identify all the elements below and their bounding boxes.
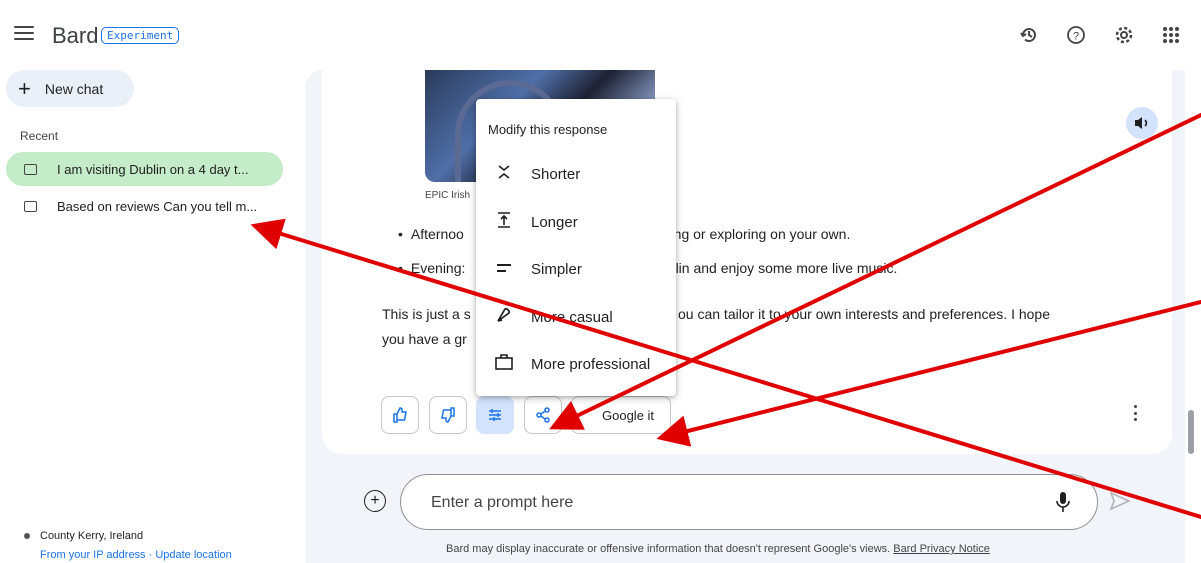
more-options-icon[interactable]	[1128, 402, 1142, 424]
bullet-afternoon: Afternoo	[398, 226, 464, 242]
update-location-link[interactable]: From your IP address · Update location	[40, 549, 232, 561]
new-chat-label: New chat	[44, 80, 104, 97]
google-it-button[interactable]: Google it	[571, 396, 671, 434]
menu-item-label: Longer	[531, 213, 578, 231]
bullet-evening: Evening:	[398, 260, 465, 276]
image-caption: EPIC Irish	[425, 190, 471, 201]
menu-item-shorter[interactable]: Shorter	[476, 154, 676, 194]
svg-text:?: ?	[1073, 31, 1079, 43]
location-indicator: County Kerry, Ireland	[24, 530, 143, 542]
menu-item-longer[interactable]: Longer	[476, 202, 676, 242]
sidebar-item-dublin-chat[interactable]: I am visiting Dublin on a 4 day t...	[6, 152, 283, 186]
bullet-evening-tail: ublin and enjoy some more live music.	[660, 260, 898, 276]
app-title: Bard	[52, 23, 99, 48]
modify-response-menu: Modify this response Shorter Longer Simp…	[476, 99, 676, 396]
briefcase-icon	[492, 353, 516, 375]
closing-paragraph-end: ou can tailor it to your own interests a…	[678, 306, 1050, 322]
menu-item-label: Shorter	[531, 165, 581, 183]
privacy-notice-link[interactable]: Bard Privacy Notice	[893, 543, 990, 555]
menu-item-label: More casual	[531, 308, 613, 326]
casual-icon	[492, 306, 516, 329]
shorter-icon	[492, 164, 516, 185]
plus-icon: +	[18, 75, 31, 101]
sidebar-item-label: Based on reviews Can you tell m...	[57, 198, 258, 214]
modify-response-button[interactable]	[476, 396, 514, 434]
share-button[interactable]	[524, 396, 562, 434]
gear-icon[interactable]	[1113, 24, 1135, 46]
closing-paragraph-start: This is just a s	[382, 306, 471, 322]
location-text: County Kerry, Ireland	[40, 530, 144, 542]
location-dot-icon	[24, 533, 30, 539]
thumbs-down-icon	[441, 407, 455, 423]
thumbs-up-button[interactable]	[381, 396, 419, 434]
hamburger-icon[interactable]	[14, 26, 34, 42]
apps-grid-icon[interactable]	[1160, 24, 1182, 46]
experiment-badge: Experiment	[101, 27, 180, 44]
closing-paragraph-line2: you have a gr	[382, 331, 467, 347]
read-aloud-speaker-icon[interactable]	[1126, 107, 1158, 139]
disclaimer: Bard may display inaccurate or offensive…	[446, 543, 990, 555]
menu-item-label: Simpler	[531, 260, 582, 278]
prompt-input[interactable]	[431, 492, 991, 514]
thumbs-down-button[interactable]	[429, 396, 467, 434]
sidebar-item-label: I am visiting Dublin on a 4 day t...	[57, 161, 249, 177]
longer-icon	[492, 211, 516, 233]
modify-response-icon	[489, 409, 501, 421]
microphone-icon[interactable]	[1056, 491, 1070, 513]
new-chat-button[interactable]: + New chat	[6, 70, 134, 107]
menu-item-more-professional[interactable]: More professional	[476, 344, 676, 384]
prompt-box	[400, 474, 1098, 530]
menu-title: Modify this response	[488, 122, 608, 137]
share-icon	[536, 407, 550, 423]
menu-item-label: More professional	[531, 355, 651, 373]
chat-bubble-icon	[24, 163, 37, 175]
add-attachment-icon[interactable]: +	[364, 490, 386, 512]
chat-bubble-icon	[24, 200, 37, 212]
google-it-label: Google it	[602, 407, 655, 423]
recent-heading: Recent	[20, 129, 59, 143]
help-icon[interactable]: ?	[1065, 24, 1087, 46]
simpler-icon	[492, 260, 516, 278]
menu-item-simpler[interactable]: Simpler	[476, 249, 676, 289]
scrollbar-thumb[interactable]	[1188, 410, 1194, 454]
bullet-afternoon-tail: pping or exploring on your own.	[655, 226, 851, 242]
thumbs-up-icon	[393, 407, 407, 423]
sidebar-item-reviews-chat[interactable]: Based on reviews Can you tell m...	[6, 189, 283, 223]
top-header: Bard Experiment ?	[0, 0, 1201, 70]
history-icon[interactable]	[1018, 24, 1040, 46]
send-icon[interactable]	[1109, 491, 1131, 515]
menu-item-more-casual[interactable]: More casual	[476, 297, 676, 337]
